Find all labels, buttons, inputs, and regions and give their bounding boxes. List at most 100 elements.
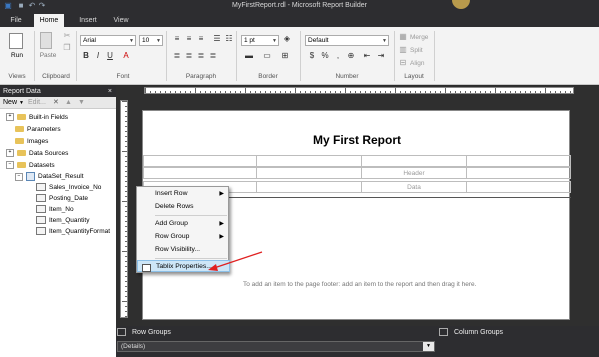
run-button[interactable]: Run — [8, 52, 26, 59]
number-format-select[interactable]: Default ▼ — [305, 35, 389, 46]
dataset-icon — [26, 172, 35, 181]
align-middle-icon[interactable]: ≡ — [184, 34, 194, 44]
close-icon[interactable]: × — [108, 86, 112, 97]
report-title[interactable]: My First Report — [143, 133, 571, 147]
ruler-tick — [280, 91, 281, 93]
ruler-tick — [125, 211, 127, 212]
align-bottom-icon[interactable]: ≡ — [196, 34, 206, 44]
tablix-column-handle[interactable] — [466, 155, 571, 167]
font-color-icon[interactable]: A — [121, 51, 131, 61]
tab-file[interactable]: File — [5, 14, 27, 27]
tree-item-built-in-fields[interactable]: + Built-in Fields — [6, 113, 68, 123]
decrease-decimal-icon[interactable]: ⇤ — [362, 51, 372, 61]
increase-decimal-icon[interactable]: ⇥ — [376, 51, 386, 61]
align-left-icon[interactable]: ≣ — [172, 51, 182, 61]
tablix-cell[interactable] — [466, 181, 571, 193]
copy-icon[interactable]: ❐ — [62, 43, 72, 53]
numbering-icon[interactable]: ☷ — [224, 34, 234, 44]
paste-button[interactable]: Paste — [36, 52, 60, 59]
tree-item-images[interactable]: Images — [15, 137, 48, 147]
currency-icon[interactable]: $ — [307, 51, 317, 61]
menu-item-delete-rows[interactable]: Delete Rows — [137, 201, 230, 213]
chevron-down-icon[interactable]: ▼ — [19, 97, 24, 109]
justify-icon[interactable]: ≣ — [208, 51, 218, 61]
menu-item-add-group[interactable]: Add Group ▶ — [137, 218, 230, 230]
tablix-column-handle[interactable] — [361, 155, 467, 167]
border-style-icon[interactable]: ▭ — [262, 51, 272, 61]
tree-item-field[interactable]: Posting_Date — [36, 194, 88, 204]
tree-item-dataset-result[interactable]: − DataSet_Result — [15, 172, 84, 182]
bullets-icon[interactable]: ☰ — [212, 34, 222, 44]
cut-icon[interactable]: ✂ — [62, 31, 72, 41]
tablix-cell[interactable] — [143, 167, 257, 179]
italic-icon[interactable]: I — [93, 51, 103, 61]
report-data-toolbar: New ▼ Edit... ✕ ▲ ▼ — [0, 97, 116, 109]
ruler-tick — [122, 301, 127, 302]
ruler-tick — [490, 91, 491, 93]
tablix-column-handle[interactable] — [143, 155, 257, 167]
tree-item-field[interactable]: Sales_Invoice_No — [36, 183, 101, 193]
placeholder-icon[interactable]: ⊕ — [346, 51, 356, 61]
tab-view[interactable]: View — [108, 14, 134, 27]
underline-icon[interactable]: U — [105, 51, 115, 61]
align-center-icon[interactable]: ≣ — [184, 51, 194, 61]
ruler-tick — [125, 161, 127, 162]
menu-item-label: Row Visibility... — [155, 246, 201, 253]
comma-icon[interactable]: , — [333, 51, 343, 61]
align-button: Align — [410, 60, 425, 67]
tree-item-label: Images — [27, 138, 49, 145]
chevron-down-icon[interactable]: ▼ — [423, 342, 434, 351]
tree-item-field[interactable]: Item_Quantity — [36, 216, 89, 226]
bold-icon[interactable]: B — [81, 51, 91, 61]
tablix-header-cell[interactable]: Header — [361, 167, 467, 179]
menu-item-row-group[interactable]: Row Group ▶ — [137, 231, 230, 243]
ruler-tick — [470, 91, 471, 93]
font-group-label: Font — [116, 73, 130, 80]
expand-icon[interactable]: + — [6, 113, 14, 122]
number-group-label: Number — [335, 73, 359, 80]
percent-icon[interactable]: % — [320, 51, 330, 61]
paste-icon[interactable] — [40, 32, 52, 49]
tree-item-data-sources[interactable]: + Data Sources — [6, 149, 68, 159]
clipboard-group-label: Clipboard — [42, 73, 70, 80]
ruler-tick — [205, 91, 206, 93]
split-button: Split — [410, 47, 423, 54]
tablix-cell[interactable] — [466, 167, 571, 179]
menu-item-insert-row[interactable]: Insert Row ▶ — [137, 188, 230, 200]
ruler-tick — [395, 88, 396, 93]
collapse-icon[interactable]: − — [15, 172, 23, 181]
tab-insert[interactable]: Insert — [73, 14, 103, 27]
tree-item-datasets[interactable]: − Datasets — [6, 161, 55, 171]
border-width-select[interactable]: 1 pt ▼ — [241, 35, 279, 46]
tablix-cell[interactable] — [256, 167, 362, 179]
tree-item-label: Parameters — [27, 126, 61, 133]
expand-icon[interactable]: + — [6, 149, 14, 158]
menu-item-label: Insert Row — [155, 190, 188, 197]
align-top-icon[interactable]: ≡ — [172, 34, 182, 44]
move-down-icon: ▼ — [78, 99, 85, 106]
tab-home[interactable]: Home — [34, 14, 64, 27]
ruler-tick — [125, 196, 127, 197]
border-color-icon[interactable]: ▬ — [244, 51, 254, 61]
collapse-icon[interactable]: − — [6, 161, 14, 170]
run-icon[interactable] — [9, 33, 23, 49]
ruler-tick — [415, 91, 416, 93]
tree-item-parameters[interactable]: Parameters — [15, 125, 61, 135]
ruler-tick — [425, 91, 426, 93]
delete-icon[interactable]: ✕ — [53, 97, 59, 109]
font-size-select[interactable]: 10 ▼ — [139, 35, 163, 46]
new-menu-button[interactable]: New — [3, 97, 17, 109]
align-right-icon[interactable]: ≣ — [196, 51, 206, 61]
tree-item-field[interactable]: Item_QuantityFormat — [36, 227, 110, 237]
tablix-data-cell[interactable]: Data — [361, 181, 467, 193]
font-name-select[interactable]: Arial ▼ — [80, 35, 136, 46]
tablix-column-handle[interactable] — [256, 155, 362, 167]
ruler-tick — [545, 88, 546, 93]
tablix-cell[interactable] — [256, 181, 362, 193]
ruler-tick — [455, 91, 456, 93]
tree-item-field[interactable]: Item_No — [36, 205, 74, 215]
borders-icon[interactable]: ⊞ — [280, 51, 290, 61]
fill-color-icon[interactable]: ◈ — [282, 34, 292, 44]
details-group[interactable]: (Details) — [117, 341, 435, 352]
ruler-tick — [125, 121, 127, 122]
